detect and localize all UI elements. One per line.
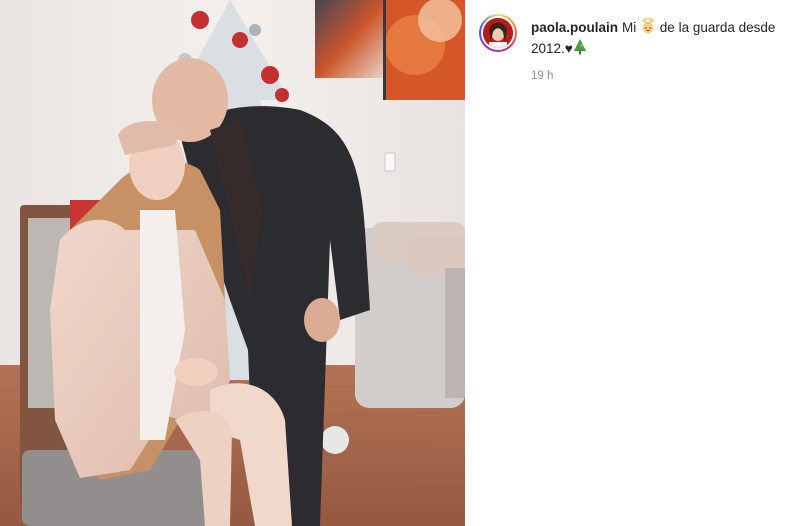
post-photo[interactable]	[0, 0, 465, 526]
avatar-border	[481, 16, 515, 50]
caption-text-start: Mi	[622, 20, 637, 35]
username-link[interactable]: paola.poulain	[531, 20, 618, 35]
post-details-panel: paola.poulain Mi de la guarda desde 2012.…	[465, 0, 798, 526]
avatar-image	[483, 18, 513, 48]
post-timestamp[interactable]: 19 h	[531, 70, 553, 82]
angel-emoji	[640, 18, 656, 39]
christmas-tree-emoji	[573, 39, 587, 60]
profile-avatar[interactable]	[479, 14, 517, 52]
post-caption: paola.poulain Mi de la guarda desde 2012.…	[531, 18, 789, 60]
heart-symbol: ♥	[564, 41, 573, 56]
